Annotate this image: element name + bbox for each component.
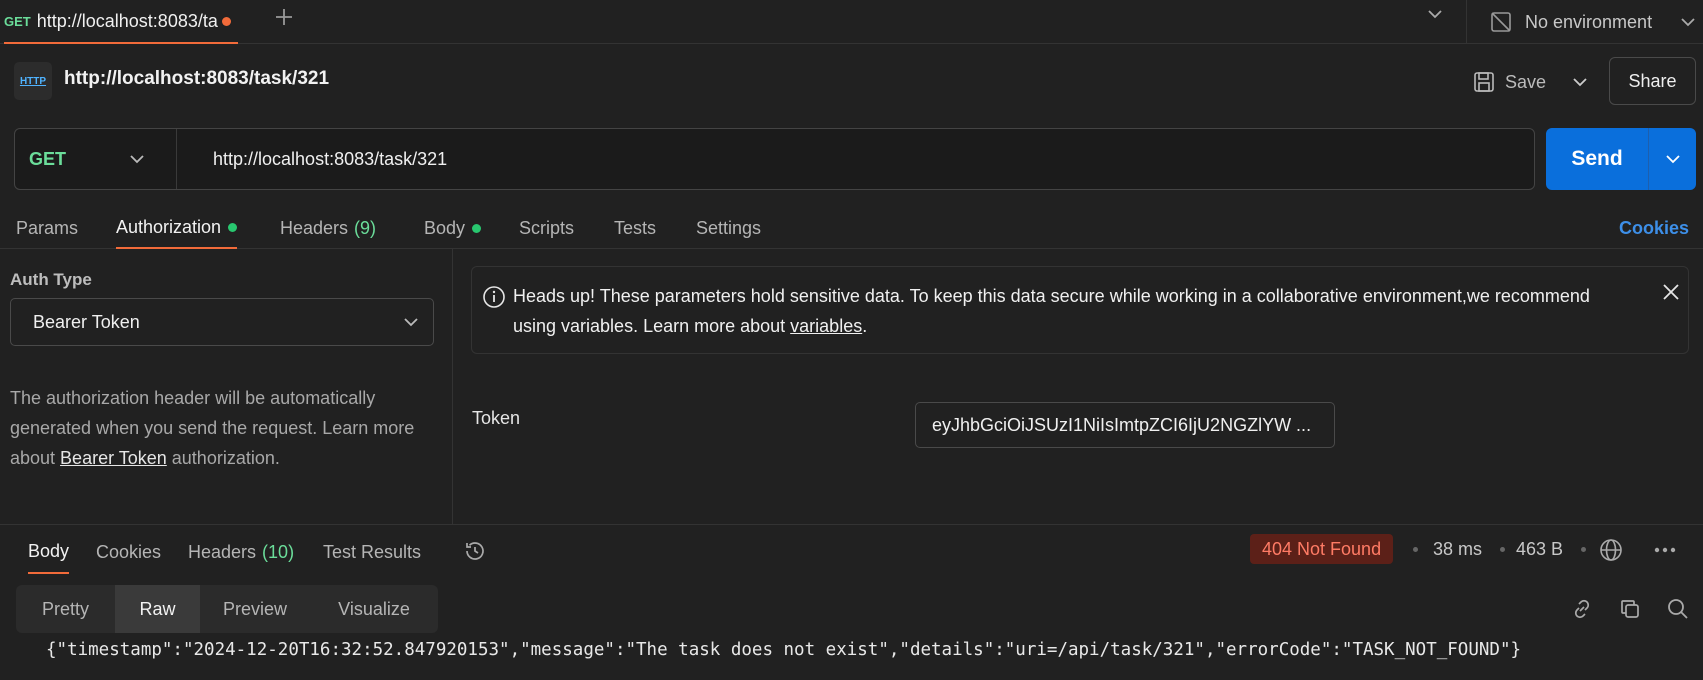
tab-body[interactable]: Body — [424, 207, 482, 249]
chevron-down-icon — [130, 155, 144, 164]
history-icon — [466, 542, 484, 560]
view-visualize[interactable]: Visualize — [310, 585, 438, 633]
http-icon: HTTP — [14, 62, 52, 100]
response-headers-count: (10) — [262, 541, 295, 562]
response-tab-cookies[interactable]: Cookies — [96, 530, 161, 574]
method-label: GET — [29, 148, 67, 169]
environment-label: No environment — [1525, 11, 1653, 32]
chevron-down-icon — [404, 318, 418, 327]
view-mode-segmented: Pretty Raw Preview Visualize — [16, 585, 438, 633]
more-options-button[interactable] — [1650, 536, 1680, 564]
chevron-down-icon — [1573, 78, 1587, 87]
tab-headers[interactable]: Headers (9) — [280, 207, 376, 249]
new-tab-button[interactable] — [269, 2, 299, 32]
network-button[interactable] — [1597, 536, 1625, 564]
unsaved-dot — [221, 16, 231, 26]
close-notice-button[interactable] — [1656, 277, 1686, 307]
close-icon — [1663, 284, 1679, 300]
response-divider — [0, 524, 1703, 525]
http-badge-text: HTTP — [19, 75, 47, 87]
tab-authorization[interactable]: Authorization — [116, 207, 238, 249]
share-button[interactable]: Share — [1609, 57, 1696, 105]
info-icon — [483, 286, 505, 308]
status-badge[interactable]: 404 Not Found — [1250, 534, 1394, 564]
chevron-down-icon — [1428, 10, 1442, 19]
tab-title: http://localhost:8083/ta — [36, 10, 218, 31]
auth-description: The authorization header will be automat… — [10, 388, 415, 468]
tabs-dropdown-button[interactable] — [1420, 2, 1450, 26]
notice-text: Heads up! These parameters hold sensitiv… — [513, 286, 1590, 336]
token-input[interactable]: eyJhbGciOiJSUzI1NiIsImtpZCI6IjU2NGZlYW .… — [915, 402, 1335, 448]
chevron-down-icon — [1681, 18, 1695, 27]
save-options-button[interactable] — [1565, 70, 1595, 94]
tab-method: GET — [4, 13, 31, 29]
variables-link[interactable]: variables — [790, 316, 862, 336]
tab-tests[interactable]: Tests — [614, 207, 656, 249]
token-label: Token — [472, 408, 521, 428]
meta-separator — [1413, 534, 1418, 564]
active-dot — [472, 223, 482, 233]
request-title[interactable]: http://localhost:8083/task/321 — [64, 68, 329, 90]
tab-settings[interactable]: Settings — [696, 207, 761, 249]
more-icon — [1654, 547, 1676, 553]
copy-icon — [1621, 600, 1639, 618]
send-button[interactable]: Send — [1546, 128, 1696, 190]
cookies-link[interactable]: Cookies — [1619, 207, 1689, 249]
view-raw[interactable]: Raw — [115, 585, 200, 633]
view-pretty[interactable]: Pretty — [16, 585, 115, 633]
response-tab-test-results[interactable]: Test Results — [323, 530, 421, 574]
response-time[interactable]: 38 ms — [1433, 534, 1482, 564]
request-tabs: Params Authorization Headers (9) Body Sc… — [0, 207, 1703, 249]
environment-selector[interactable]: No environment — [1466, 0, 1703, 44]
auth-type-select[interactable]: Bearer Token — [10, 298, 434, 346]
copy-button[interactable] — [1615, 594, 1645, 624]
send-label: Send — [1571, 147, 1623, 170]
search-icon — [1668, 599, 1688, 619]
tab-scripts[interactable]: Scripts — [519, 207, 574, 249]
search-button[interactable] — [1663, 594, 1693, 624]
chevron-down-icon — [1665, 155, 1680, 164]
globe-icon — [1600, 539, 1622, 561]
url-bar: GET http://localhost:8083/task/321 — [14, 128, 1535, 190]
save-label: Save — [1505, 71, 1547, 92]
url-input[interactable]: http://localhost:8083/task/321 — [213, 129, 447, 189]
response-tab-headers[interactable]: Headers (10) — [188, 530, 294, 574]
bearer-token-link[interactable]: Bearer Token — [60, 448, 167, 468]
auth-type-label: Auth Type — [10, 270, 92, 289]
send-options-button[interactable] — [1648, 128, 1696, 190]
history-button[interactable] — [460, 536, 490, 566]
meta-separator — [1500, 534, 1505, 564]
response-size[interactable]: 463 B — [1516, 534, 1563, 564]
view-preview[interactable]: Preview — [200, 585, 310, 633]
response-body[interactable]: {"timestamp":"2024-12-20T16:32:52.847920… — [46, 640, 1521, 660]
active-dot — [228, 222, 238, 232]
request-tab[interactable]: GET http://localhost:8083/ta — [4, 0, 238, 44]
plus-icon — [276, 9, 292, 25]
no-environment-icon — [1491, 12, 1511, 32]
auth-type-value: Bearer Token — [33, 311, 140, 332]
tab-params[interactable]: Params — [16, 207, 78, 249]
method-select[interactable]: GET — [15, 129, 177, 189]
save-icon — [1474, 72, 1494, 92]
copy-link-button[interactable] — [1567, 594, 1597, 624]
sensitive-data-notice: Heads up! These parameters hold sensitiv… — [471, 266, 1689, 354]
response-tab-body[interactable]: Body — [28, 530, 70, 574]
link-icon — [1574, 599, 1590, 619]
meta-separator — [1581, 534, 1586, 564]
save-button[interactable]: Save — [1473, 62, 1546, 102]
headers-count: (9) — [354, 217, 377, 238]
